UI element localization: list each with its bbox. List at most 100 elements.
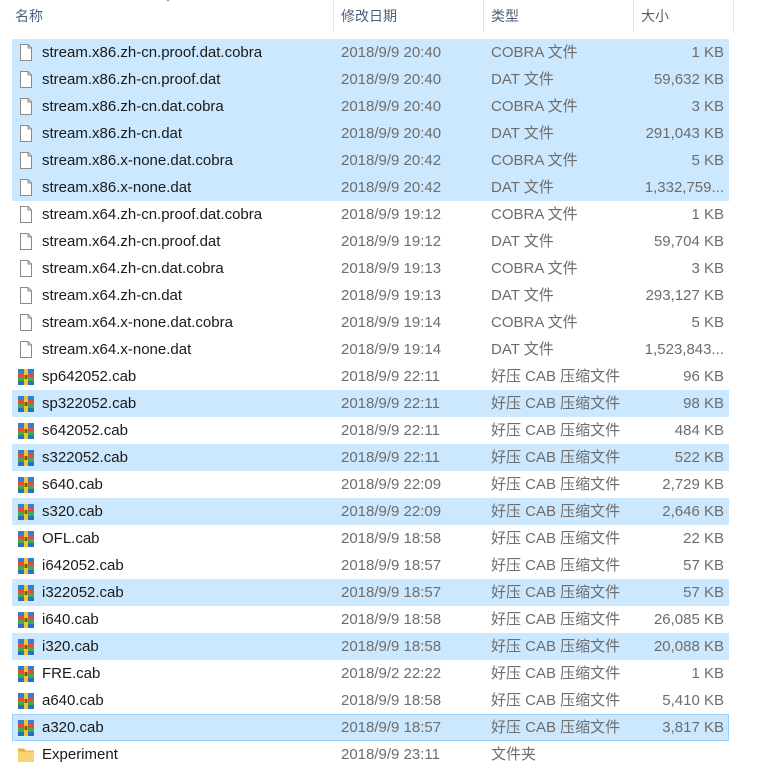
file-type: 文件夹 [491, 746, 537, 763]
file-row[interactable]: s640.cab 2018/9/9 22:09 好压 CAB 压缩文件 2,729 K… [0, 471, 759, 498]
file-icon [17, 259, 35, 278]
file-date: 2018/9/9 19:12 [341, 206, 442, 223]
file-row[interactable]: stream.x86.zh-cn.proof.dat.cobra 2018/9/9… [0, 39, 759, 66]
file-date: 2018/9/9 20:40 [341, 44, 442, 61]
archive-icon [17, 718, 35, 737]
file-date: 2018/9/9 18:58 [341, 611, 442, 628]
file-type: DAT 文件 [491, 287, 554, 304]
file-icon [17, 70, 35, 89]
file-size: 59,704 KB [653, 233, 724, 250]
file-size: 522 KB [674, 449, 724, 466]
file-type: 好压 CAB 压缩文件 [491, 584, 621, 601]
file-name: Experiment [42, 746, 118, 763]
file-name: stream.x64.x-none.dat.cobra [42, 314, 233, 331]
file-type: 好压 CAB 压缩文件 [491, 719, 621, 736]
file-row[interactable]: s322052.cab 2018/9/9 22:11 好压 CAB 压缩文件 522 … [0, 444, 759, 471]
file-row[interactable]: a320.cab 2018/9/9 18:57 好压 CAB 压缩文件 3,817 K… [0, 714, 759, 741]
file-row[interactable]: OFL.cab 2018/9/9 18:58 好压 CAB 压缩文件 22 KB [0, 525, 759, 552]
folder-icon [17, 745, 35, 764]
file-type: 好压 CAB 压缩文件 [491, 368, 621, 385]
file-date: 2018/9/9 19:14 [341, 314, 442, 331]
column-header-name[interactable]: 名称 [11, 0, 334, 32]
archive-icon [17, 367, 35, 386]
file-icon [17, 205, 35, 224]
file-date: 2018/9/9 18:57 [341, 584, 442, 601]
file-date: 2018/9/9 22:11 [341, 368, 440, 385]
file-date: 2018/9/9 18:57 [341, 719, 442, 736]
file-row[interactable]: stream.x64.zh-cn.proof.dat 2018/9/9 19:12… [0, 228, 759, 255]
file-row[interactable]: i322052.cab 2018/9/9 18:57 好压 CAB 压缩文件 57 K… [0, 579, 759, 606]
file-row[interactable]: FRE.cab 2018/9/2 22:22 好压 CAB 压缩文件 1 KB [0, 660, 759, 687]
file-name: a320.cab [42, 719, 104, 736]
file-row[interactable]: s642052.cab 2018/9/9 22:11 好压 CAB 压缩文件 484 … [0, 417, 759, 444]
file-list: stream.x86.zh-cn.proof.dat.cobra 2018/9/9… [0, 39, 759, 768]
file-row[interactable]: stream.x64.zh-cn.proof.dat.cobra 2018/9/9… [0, 201, 759, 228]
file-size: 5 KB [691, 152, 724, 169]
file-row[interactable]: sp322052.cab 2018/9/9 22:11 好压 CAB 压缩文件 98 … [0, 390, 759, 417]
file-date: 2018/9/9 18:58 [341, 638, 442, 655]
file-date: 2018/9/9 18:57 [341, 557, 442, 574]
column-header-type[interactable]: 类型 [484, 0, 634, 32]
file-icon [17, 286, 35, 305]
file-type: 好压 CAB 压缩文件 [491, 692, 621, 709]
file-type: DAT 文件 [491, 71, 554, 88]
column-header-size[interactable]: 大小 [634, 0, 734, 32]
file-type: 好压 CAB 压缩文件 [491, 449, 621, 466]
file-row[interactable]: a640.cab 2018/9/9 18:58 好压 CAB 压缩文件 5,410 K… [0, 687, 759, 714]
file-type: DAT 文件 [491, 179, 554, 196]
file-row[interactable]: stream.x64.zh-cn.dat.cobra 2018/9/9 19:13… [0, 255, 759, 282]
file-size: 3,817 KB [662, 719, 724, 736]
file-date: 2018/9/9 22:09 [341, 476, 442, 493]
file-size: 5 KB [691, 314, 724, 331]
file-type: 好压 CAB 压缩文件 [491, 557, 621, 574]
file-type: DAT 文件 [491, 233, 554, 250]
file-size: 1,332,759... [644, 179, 724, 196]
file-name: i642052.cab [42, 557, 124, 574]
file-row[interactable]: i640.cab 2018/9/9 18:58 好压 CAB 压缩文件 26,085 … [0, 606, 759, 633]
archive-icon [17, 421, 35, 440]
file-date: 2018/9/9 19:13 [341, 287, 442, 304]
file-icon [17, 43, 35, 62]
file-date: 2018/9/9 19:13 [341, 260, 442, 277]
file-name: s642052.cab [42, 422, 128, 439]
file-type: COBRA 文件 [491, 44, 578, 61]
archive-icon [17, 448, 35, 467]
file-row[interactable]: stream.x86.zh-cn.dat 2018/9/9 20:40 DAT 文件… [0, 120, 759, 147]
file-name: a640.cab [42, 692, 104, 709]
file-size: 3 KB [691, 98, 724, 115]
file-name: stream.x86.x-none.dat.cobra [42, 152, 233, 169]
file-row[interactable]: stream.x86.zh-cn.proof.dat 2018/9/9 20:40… [0, 66, 759, 93]
file-row[interactable]: stream.x86.x-none.dat.cobra 2018/9/9 20:4… [0, 147, 759, 174]
file-row[interactable]: stream.x64.x-none.dat 2018/9/9 19:14 DAT 文… [0, 336, 759, 363]
file-row[interactable]: stream.x64.x-none.dat.cobra 2018/9/9 19:1… [0, 309, 759, 336]
file-row[interactable]: i642052.cab 2018/9/9 18:57 好压 CAB 压缩文件 57 K… [0, 552, 759, 579]
file-row[interactable]: sp642052.cab 2018/9/9 22:11 好压 CAB 压缩文件 96 … [0, 363, 759, 390]
file-date: 2018/9/9 20:40 [341, 71, 442, 88]
file-name: stream.x64.zh-cn.proof.dat.cobra [42, 206, 263, 223]
file-name: stream.x86.zh-cn.proof.dat [42, 71, 221, 88]
file-row[interactable]: stream.x86.zh-cn.dat.cobra 2018/9/9 20:40… [0, 93, 759, 120]
file-size [634, 741, 724, 768]
file-row[interactable]: s320.cab 2018/9/9 22:09 好压 CAB 压缩文件 2,646 K… [0, 498, 759, 525]
file-name: s320.cab [42, 503, 103, 520]
archive-icon [17, 556, 35, 575]
column-header-date[interactable]: 修改日期 [334, 0, 484, 32]
file-type: 好压 CAB 压缩文件 [491, 638, 621, 655]
file-row[interactable]: i320.cab 2018/9/9 18:58 好压 CAB 压缩文件 20,088 … [0, 633, 759, 660]
file-row[interactable]: stream.x64.zh-cn.dat 2018/9/9 19:13 DAT 文件… [0, 282, 759, 309]
file-date: 2018/9/2 22:22 [341, 665, 442, 682]
file-name: OFL.cab [42, 530, 100, 547]
file-type: COBRA 文件 [491, 206, 578, 223]
file-date: 2018/9/9 19:14 [341, 341, 442, 358]
file-icon [17, 340, 35, 359]
file-size: 3 KB [691, 260, 724, 277]
archive-icon [17, 475, 35, 494]
file-size: 98 KB [683, 395, 724, 412]
file-date: 2018/9/9 20:42 [341, 152, 442, 169]
file-row[interactable]: Experiment 2018/9/9 23:11 文件夹 [0, 741, 759, 768]
file-type: DAT 文件 [491, 125, 554, 142]
file-size: 484 KB [674, 422, 724, 439]
file-type: 好压 CAB 压缩文件 [491, 503, 621, 520]
file-type: COBRA 文件 [491, 98, 578, 115]
file-row[interactable]: stream.x86.x-none.dat 2018/9/9 20:42 DAT 文… [0, 174, 759, 201]
